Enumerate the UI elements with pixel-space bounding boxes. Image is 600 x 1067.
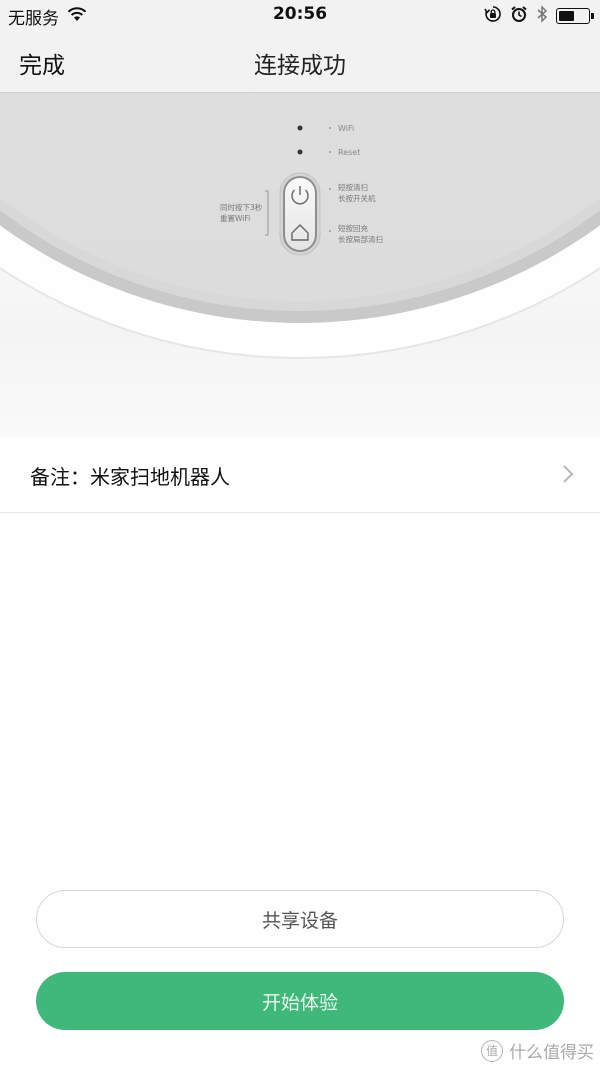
power-note-line1: 短按清扫 <box>338 182 368 192</box>
alarm-icon <box>510 5 528 27</box>
watermark-badge: 值 <box>481 1039 503 1062</box>
nav-bar: 完成 连接成功 <box>0 32 600 93</box>
device-illustration: WiFi Reset 短按清扫 长按开关机 短按回充 长按局部清扫 同时按下3秒… <box>0 93 600 437</box>
bluetooth-icon <box>536 5 548 27</box>
page-title: 连接成功 <box>254 53 346 79</box>
status-right <box>484 5 594 27</box>
reset-label: Reset <box>338 148 360 157</box>
battery-level-fill <box>559 11 574 21</box>
power-note-line2: 长按开关机 <box>338 193 376 203</box>
watermark-text: 什么值得买 <box>509 1043 594 1063</box>
wifi-label: WiFi <box>338 124 354 133</box>
start-experience-button[interactable]: 开始体验 <box>36 972 564 1030</box>
battery-icon <box>556 8 594 24</box>
status-bar: 无服务 20:56 <box>0 0 600 32</box>
chevron-right-icon <box>562 464 574 488</box>
share-device-button[interactable]: 共享设备 <box>36 890 564 948</box>
wifi-indicator-dot <box>297 125 303 131</box>
device-note-row[interactable]: 备注：米家扫地机器人 <box>0 437 600 513</box>
reset-indicator-dot <box>297 149 303 155</box>
device-note-label: 备注：米家扫地机器人 <box>30 465 230 489</box>
left-note-line2: 重置WiFi <box>220 214 250 223</box>
left-note-line1: 同时按下3秒 <box>220 202 263 212</box>
watermark: 值 什么值得买 <box>481 1038 594 1063</box>
home-note-line2: 长按局部清扫 <box>338 234 383 244</box>
robot-vacuum-top-view: WiFi Reset 短按清扫 长按开关机 短按回充 长按局部清扫 同时按下3秒… <box>0 93 600 363</box>
home-note-line1: 短按回充 <box>338 223 368 233</box>
rotation-lock-icon <box>484 5 502 27</box>
